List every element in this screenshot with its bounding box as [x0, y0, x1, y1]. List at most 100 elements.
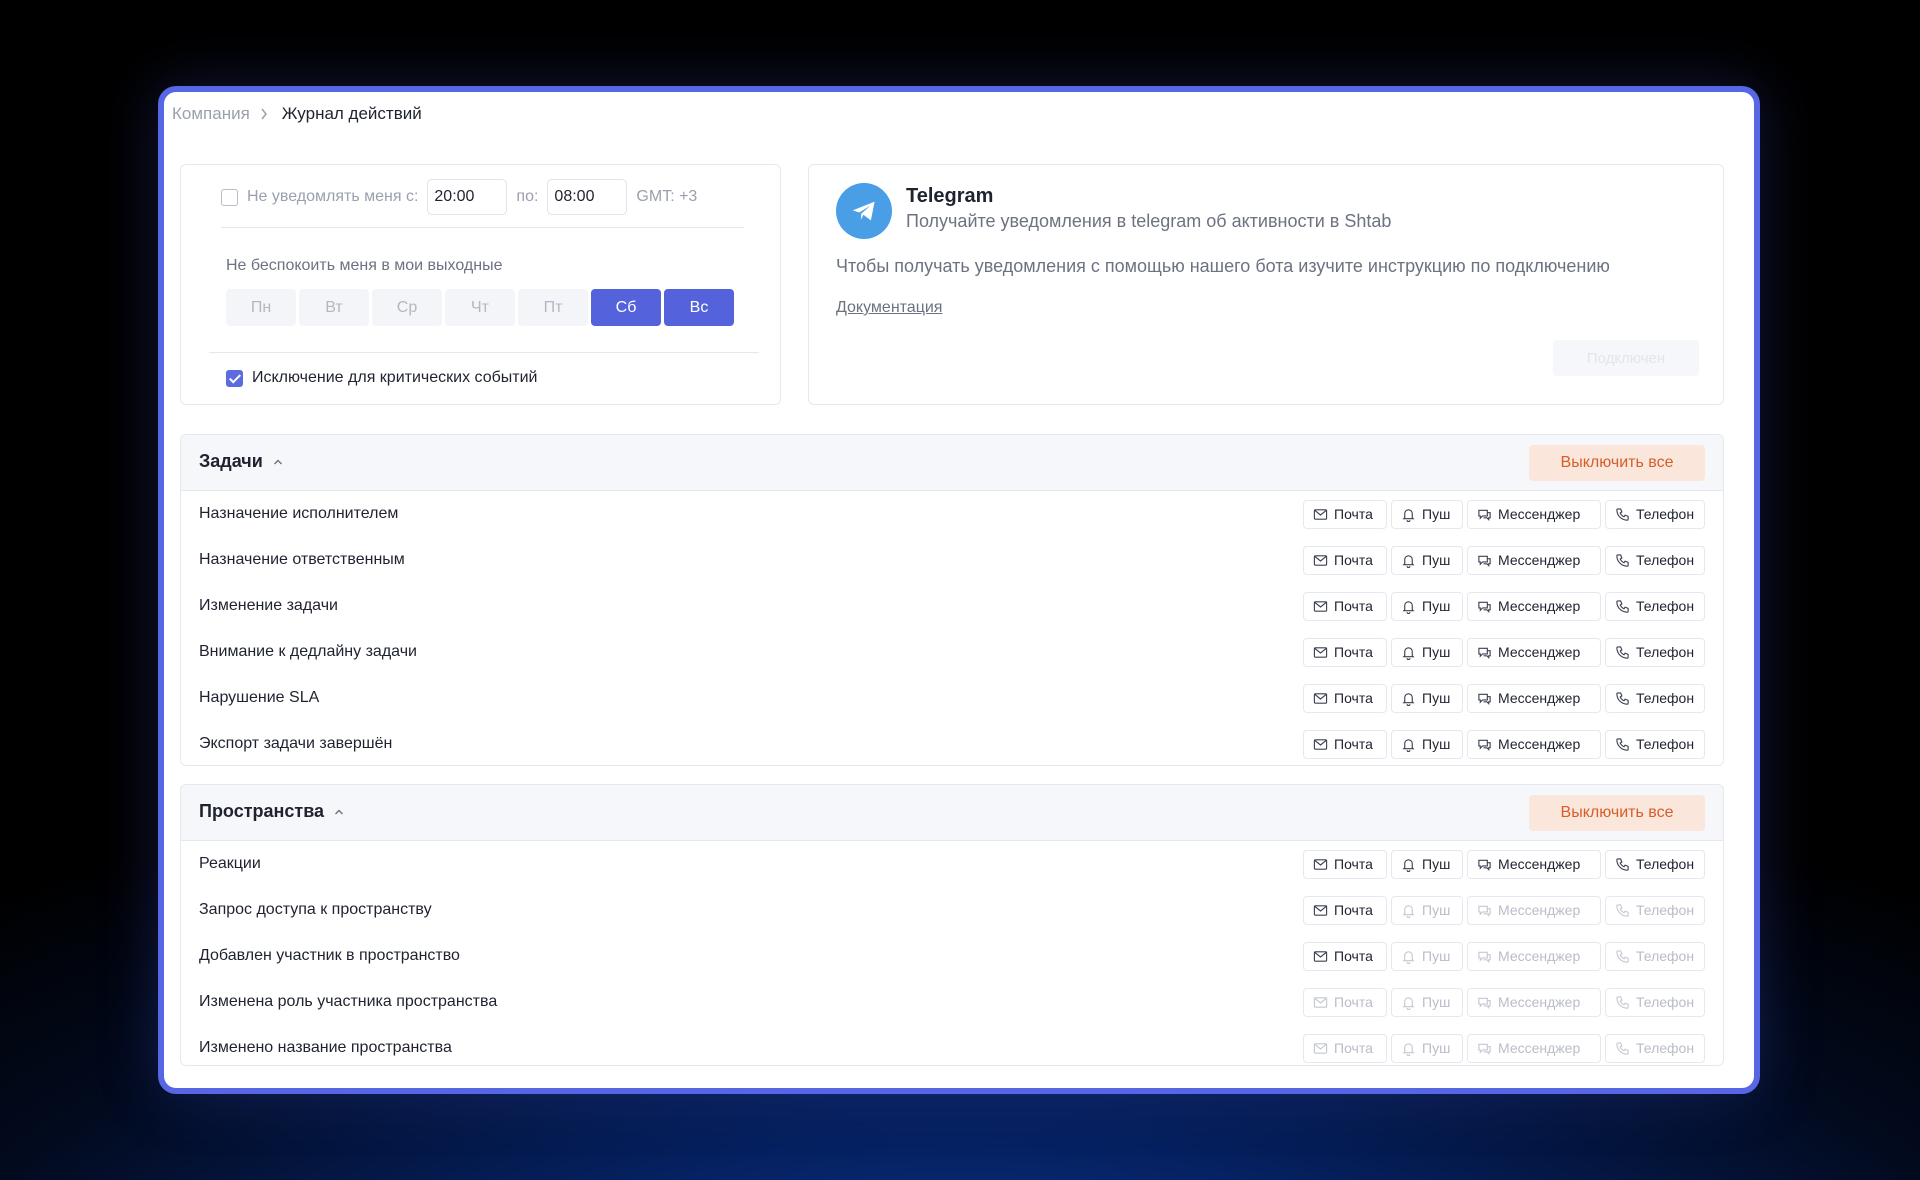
weekday-selector: Пн Вт Ср Чт Пт Сб Вс	[226, 289, 734, 326]
notification-label: Реакции	[199, 855, 261, 872]
messenger-label: Мессенджер	[1498, 598, 1581, 614]
push-icon	[1401, 949, 1416, 964]
phone-toggle-button[interactable]: Телефон	[1605, 637, 1705, 667]
messenger-toggle-button[interactable]: Мессенджер	[1467, 941, 1601, 971]
phone-toggle-button[interactable]: Телефон	[1605, 1033, 1705, 1063]
push-toggle-button[interactable]: Пуш	[1391, 1033, 1463, 1063]
push-toggle-button[interactable]: Пуш	[1391, 895, 1463, 925]
messenger-icon	[1477, 691, 1492, 706]
channel-toggles: Почта Пуш Мессенджер Телефон	[1303, 1033, 1705, 1063]
push-toggle-button[interactable]: Пуш	[1391, 729, 1463, 759]
phone-toggle-button[interactable]: Телефон	[1605, 499, 1705, 529]
notification-label: Экспорт задачи завершён	[199, 735, 393, 752]
mail-toggle-button[interactable]: Почта	[1303, 849, 1387, 879]
mail-toggle-button[interactable]: Почта	[1303, 637, 1387, 667]
messenger-toggle-button[interactable]: Мессенджер	[1467, 729, 1601, 759]
section-toggle[interactable]: Задачи	[199, 451, 283, 472]
weekday-2-button[interactable]: Ср	[372, 289, 442, 326]
phone-label: Телефон	[1636, 690, 1695, 706]
weekday-3-button[interactable]: Чт	[445, 289, 515, 326]
messenger-toggle-button[interactable]: Мессенджер	[1467, 591, 1601, 621]
mail-toggle-button[interactable]: Почта	[1303, 895, 1387, 925]
push-label: Пуш	[1422, 994, 1451, 1010]
channel-toggles: Почта Пуш Мессенджер Телефон	[1303, 987, 1705, 1017]
mail-icon	[1313, 691, 1328, 706]
notification-label: Изменено название пространства	[199, 1039, 452, 1056]
messenger-toggle-button[interactable]: Мессенджер	[1467, 545, 1601, 575]
mail-toggle-button[interactable]: Почта	[1303, 591, 1387, 621]
weekday-4-button[interactable]: Пт	[518, 289, 588, 326]
section-header: Пространства Выключить все	[181, 785, 1723, 841]
telegram-card: Telegram Получайте уведомления в telegra…	[808, 164, 1724, 405]
mail-toggle-button[interactable]: Почта	[1303, 1033, 1387, 1063]
mail-icon	[1313, 737, 1328, 752]
push-toggle-button[interactable]: Пуш	[1391, 987, 1463, 1017]
messenger-toggle-button[interactable]: Мессенджер	[1467, 637, 1601, 667]
push-icon	[1401, 507, 1416, 522]
mail-label: Почта	[1334, 506, 1373, 522]
push-toggle-button[interactable]: Пуш	[1391, 683, 1463, 713]
channel-toggles: Почта Пуш Мессенджер Телефон	[1303, 591, 1705, 621]
mail-icon	[1313, 1041, 1328, 1056]
telegram-connect-button[interactable]: Подключен	[1553, 340, 1699, 376]
phone-toggle-button[interactable]: Телефон	[1605, 941, 1705, 971]
phone-toggle-button[interactable]: Телефон	[1605, 683, 1705, 713]
weekday-6-button[interactable]: Вс	[664, 289, 734, 326]
messenger-icon	[1477, 599, 1492, 614]
dnd-to-input[interactable]	[547, 179, 628, 215]
messenger-toggle-button[interactable]: Мессенджер	[1467, 849, 1601, 879]
push-label: Пуш	[1422, 948, 1451, 964]
mail-toggle-button[interactable]: Почта	[1303, 987, 1387, 1017]
weekday-1-button[interactable]: Вт	[299, 289, 369, 326]
mail-toggle-button[interactable]: Почта	[1303, 729, 1387, 759]
section-toggle[interactable]: Пространства	[199, 801, 344, 822]
breadcrumb-parent-link[interactable]: Компания	[172, 104, 250, 124]
phone-toggle-button[interactable]: Телефон	[1605, 987, 1705, 1017]
notification-row: Нарушение SLA Почта Пуш Мессенджер Телефон	[181, 675, 1723, 721]
messenger-label: Мессенджер	[1498, 644, 1581, 660]
disable-all-button[interactable]: Выключить все	[1529, 795, 1705, 831]
notification-row: Внимание к дедлайну задачи Почта Пуш Мессен…	[181, 629, 1723, 675]
phone-toggle-button[interactable]: Телефон	[1605, 849, 1705, 879]
phone-label: Телефон	[1636, 1040, 1695, 1056]
mail-toggle-button[interactable]: Почта	[1303, 499, 1387, 529]
notification-label: Добавлен участник в пространство	[199, 947, 460, 964]
messenger-icon	[1477, 737, 1492, 752]
phone-toggle-button[interactable]: Телефон	[1605, 895, 1705, 925]
push-toggle-button[interactable]: Пуш	[1391, 499, 1463, 529]
messenger-label: Мессенджер	[1498, 902, 1581, 918]
push-toggle-button[interactable]: Пуш	[1391, 545, 1463, 575]
mail-label: Почта	[1334, 690, 1373, 706]
mail-toggle-button[interactable]: Почта	[1303, 545, 1387, 575]
documentation-link[interactable]: Документация	[836, 299, 942, 317]
messenger-label: Мессенджер	[1498, 690, 1581, 706]
push-toggle-button[interactable]: Пуш	[1391, 941, 1463, 971]
weekday-5-button[interactable]: Сб	[591, 289, 661, 326]
critical-exception-checkbox[interactable]	[226, 369, 243, 387]
push-toggle-button[interactable]: Пуш	[1391, 591, 1463, 621]
dnd-from-input[interactable]	[427, 179, 508, 215]
push-toggle-button[interactable]: Пуш	[1391, 637, 1463, 667]
phone-icon	[1615, 553, 1630, 568]
phone-label: Телефон	[1636, 736, 1695, 752]
messenger-toggle-button[interactable]: Мессенджер	[1467, 895, 1601, 925]
messenger-toggle-button[interactable]: Мессенджер	[1467, 499, 1601, 529]
mail-toggle-button[interactable]: Почта	[1303, 941, 1387, 971]
dnd-checkbox[interactable]	[221, 188, 238, 206]
mail-toggle-button[interactable]: Почта	[1303, 683, 1387, 713]
push-icon	[1401, 737, 1416, 752]
phone-toggle-button[interactable]: Телефон	[1605, 591, 1705, 621]
phone-toggle-button[interactable]: Телефон	[1605, 545, 1705, 575]
section-title: Задачи	[199, 451, 263, 471]
weekday-0-button[interactable]: Пн	[226, 289, 296, 326]
push-toggle-button[interactable]: Пуш	[1391, 849, 1463, 879]
phone-label: Телефон	[1636, 506, 1695, 522]
notification-row: Изменение задачи Почта Пуш Мессенджер Телефо…	[181, 583, 1723, 629]
channel-toggles: Почта Пуш Мессенджер Телефон	[1303, 729, 1705, 759]
phone-toggle-button[interactable]: Телефон	[1605, 729, 1705, 759]
messenger-toggle-button[interactable]: Мессенджер	[1467, 683, 1601, 713]
disable-all-button[interactable]: Выключить все	[1529, 445, 1705, 481]
messenger-toggle-button[interactable]: Мессенджер	[1467, 987, 1601, 1017]
notification-label: Назначение ответственным	[199, 551, 405, 568]
messenger-toggle-button[interactable]: Мессенджер	[1467, 1033, 1601, 1063]
